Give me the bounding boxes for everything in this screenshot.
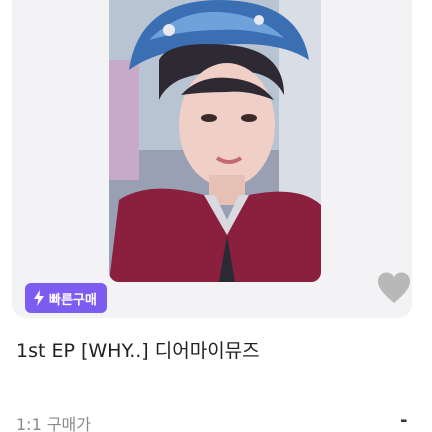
photocard-illustration <box>109 0 321 282</box>
trade-type-label: 1:1 구매가 <box>16 415 91 432</box>
quick-buy-badge: 빠른구매 <box>25 283 107 313</box>
photocard-image[interactable] <box>109 0 321 282</box>
price-value: - <box>400 410 408 431</box>
product-card[interactable]: 빠른구매 <box>12 0 412 318</box>
product-title[interactable]: 1st EP [WHY..] 디어마이뮤즈 <box>16 336 260 363</box>
lightning-bolt-icon <box>34 290 44 306</box>
quick-buy-label: 빠른구매 <box>49 292 97 308</box>
heart-icon[interactable] <box>376 271 412 305</box>
